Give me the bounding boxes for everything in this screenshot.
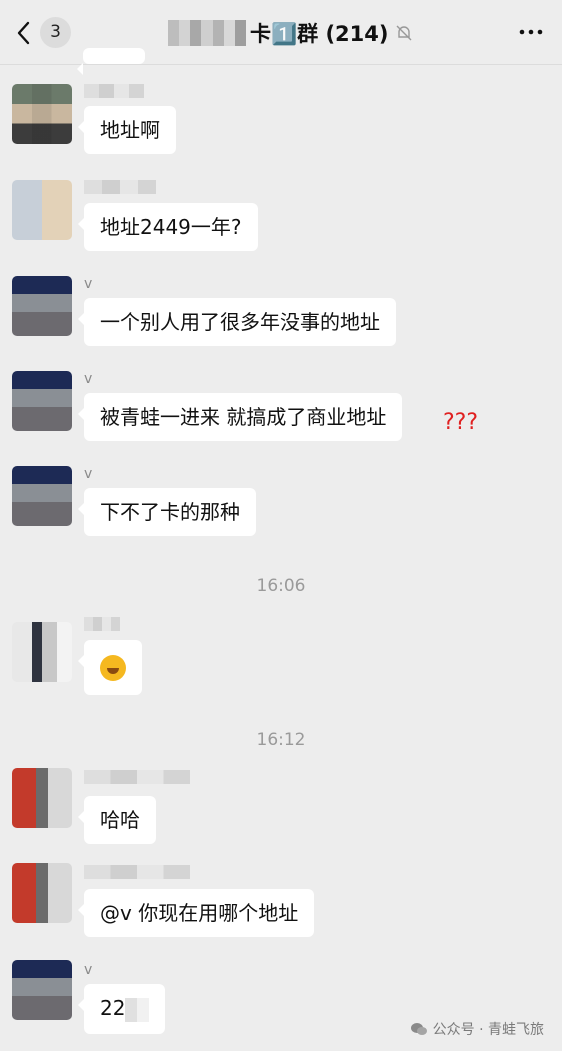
- sender-name-redacted: [84, 84, 144, 98]
- message-bubble[interactable]: @v 你现在用哪个地址: [77, 889, 315, 937]
- avatar[interactable]: [12, 180, 72, 240]
- sender-name-redacted: [84, 770, 190, 784]
- message-bubble[interactable]: 22: [77, 984, 166, 1034]
- avatar[interactable]: [12, 276, 72, 336]
- sender-name-redacted: [84, 617, 120, 631]
- avatar[interactable]: [12, 371, 72, 431]
- laughing-crying-emoji-icon: [100, 654, 126, 681]
- chat-title[interactable]: 卡1️⃣群 (214): [168, 17, 413, 49]
- avatar[interactable]: [12, 960, 72, 1020]
- sender-name-redacted: [84, 865, 190, 879]
- message-bubble[interactable]: 地址2449一年?: [78, 203, 258, 251]
- avatar[interactable]: [12, 863, 72, 923]
- timestamp: 16:12: [256, 730, 306, 750]
- mute-bell-icon: [396, 25, 411, 41]
- sender-name: v: [84, 962, 93, 978]
- message-bubble[interactable]: 一个别人用了很多年没事的地址: [78, 298, 396, 346]
- sender-name: v: [84, 276, 93, 292]
- message-bubble-partial: [77, 48, 145, 75]
- message-bubble[interactable]: 哈哈: [78, 796, 156, 844]
- message-text: 22: [100, 996, 126, 1020]
- sender-name: v: [84, 371, 93, 387]
- watermark: 公众号 · 青蛙飞旅: [410, 1019, 544, 1039]
- avatar[interactable]: [12, 768, 72, 828]
- watermark-text: 公众号 · 青蛙飞旅: [432, 1022, 544, 1038]
- sender-name: v: [84, 466, 93, 482]
- message-bubble[interactable]: 被青蛙一进来 就搞成了商业地址: [77, 393, 403, 441]
- avatar[interactable]: [12, 622, 72, 682]
- avatar[interactable]: [12, 466, 72, 526]
- back-arrow-icon[interactable]: [14, 20, 34, 46]
- text-redacted: [125, 997, 150, 1022]
- wechat-icon: [410, 1023, 427, 1035]
- message-bubble[interactable]: 地址啊: [78, 106, 176, 154]
- timestamp: 16:06: [256, 576, 306, 596]
- avatar[interactable]: [12, 84, 72, 144]
- sender-name-redacted: [84, 180, 156, 194]
- message-bubble[interactable]: [78, 640, 142, 695]
- message-bubble[interactable]: 下不了卡的那种: [78, 488, 256, 536]
- unread-count-badge[interactable]: 3: [40, 17, 71, 48]
- title-redacted: [168, 20, 246, 46]
- chat-title-text: 卡1️⃣群 (214): [250, 22, 389, 46]
- more-options-icon[interactable]: [518, 22, 544, 42]
- question-mark-annotation: ???: [443, 410, 479, 435]
